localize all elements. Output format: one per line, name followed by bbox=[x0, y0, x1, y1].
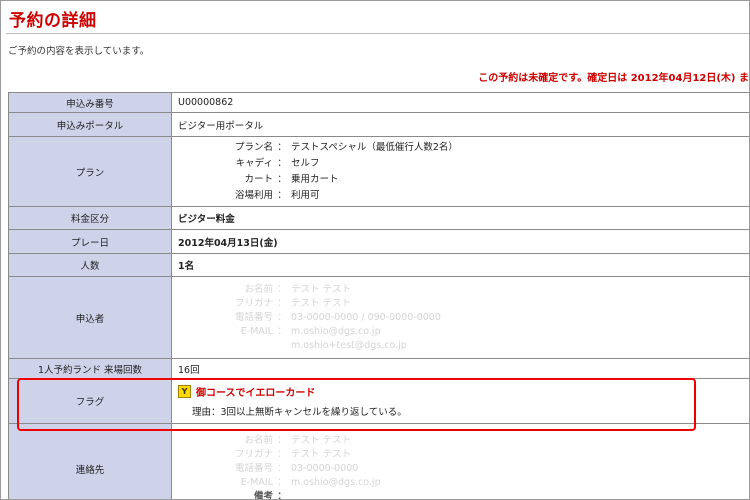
plan-bath-line: 浴場利用：利用可 bbox=[234, 189, 320, 201]
value-portal: ビジター用ポータル bbox=[171, 112, 749, 137]
row-visit-count: 1人予約ランド 来場回数 16回 bbox=[8, 358, 749, 379]
row-play-date: プレー日 2012年04月13日(金) bbox=[8, 229, 749, 254]
unconfirmed-notice: この予約は未確定です。確定日は 2012年04月12日(木) ま bbox=[478, 73, 749, 84]
label-portal: 申込みポータル bbox=[8, 112, 172, 137]
reservation-detail-table: 申込み番号 U00000862 申込みポータル ビジター用ポータル プラン プラ… bbox=[8, 92, 749, 500]
page-title: 予約の詳細 bbox=[9, 11, 97, 31]
contact-kana-line: フリガナ：テスト テスト bbox=[234, 448, 352, 460]
value-visit-count: 16回 bbox=[171, 358, 749, 379]
row-applicant: 申込者 お名前：テスト テスト フリガナ：テスト テスト 電話番号： 03-000… bbox=[8, 276, 749, 359]
plan-cart-line: カート：乗用カート bbox=[244, 173, 339, 185]
value-play-date: 2012年04月13日(金) bbox=[171, 229, 749, 254]
page-frame: 予約の詳細 ご予約の内容を表示しています。 この予約は未確定です。確定日は 20… bbox=[0, 0, 750, 500]
row-contact: 連絡先 お名前：テスト テスト フリガナ：テスト テスト 電話番号： 03-000… bbox=[8, 423, 749, 500]
row-portal: 申込みポータル ビジター用ポータル bbox=[8, 112, 749, 137]
value-application-number: U00000862 bbox=[171, 92, 749, 113]
plan-name-line: プラン名：テストスペシャル（最低催行人数2名） bbox=[234, 141, 458, 153]
row-fee-category: 料金区分 ビジター料金 bbox=[8, 206, 749, 230]
label-fee-category: 料金区分 bbox=[8, 206, 172, 230]
applicant-kana-line: フリガナ：テスト テスト bbox=[234, 297, 352, 309]
applicant-phone-line: 電話番号： 03-0000-0000 / 090-0000-0000 bbox=[234, 311, 441, 323]
row-people: 人数 1名 bbox=[8, 253, 749, 277]
flag-highlight-box bbox=[17, 378, 696, 431]
label-plan: プラン bbox=[8, 136, 172, 207]
row-plan: プラン プラン名：テストスペシャル（最低催行人数2名） キャディ：セルフ カート… bbox=[8, 136, 749, 207]
contact-note-line: 備考： bbox=[253, 490, 287, 500]
applicant-name-line: お名前：テスト テスト bbox=[244, 283, 352, 295]
value-applicant: お名前：テスト テスト フリガナ：テスト テスト 電話番号： 03-0000-00… bbox=[171, 276, 749, 359]
value-fee-category: ビジター料金 bbox=[171, 206, 749, 230]
label-application-number: 申込み番号 bbox=[8, 92, 172, 113]
value-contact: お名前：テスト テスト フリガナ：テスト テスト 電話番号： 03-0000-00… bbox=[171, 423, 749, 500]
row-application-number: 申込み番号 U00000862 bbox=[8, 92, 749, 113]
label-contact: 連絡先 bbox=[8, 423, 172, 499]
label-play-date: プレー日 bbox=[8, 229, 172, 254]
applicant-email-line: E-MAIL： m.oshio@dgs.co.jp bbox=[240, 325, 381, 337]
label-visit-count: 1人予約ランド 来場回数 bbox=[8, 358, 172, 379]
applicant-email-extra-line: m.oshio+test@dgs.co.jp bbox=[291, 339, 407, 351]
value-people: 1名 bbox=[171, 253, 749, 277]
label-applicant: 申込者 bbox=[8, 276, 172, 359]
value-plan: プラン名：テストスペシャル（最低催行人数2名） キャディ：セルフ カート：乗用カ… bbox=[171, 136, 749, 207]
label-people: 人数 bbox=[8, 253, 172, 277]
contact-name-line: お名前：テスト テスト bbox=[244, 434, 352, 446]
plan-caddie-line: キャディ：セルフ bbox=[235, 157, 320, 169]
title-divider bbox=[6, 33, 749, 34]
page-subtitle: ご予約の内容を表示しています。 bbox=[8, 46, 150, 57]
contact-phone-line: 電話番号： 03-0000-0000 bbox=[234, 462, 359, 474]
contact-email-line: E-MAIL： m.oshio@dgs.co.jp bbox=[240, 476, 381, 488]
